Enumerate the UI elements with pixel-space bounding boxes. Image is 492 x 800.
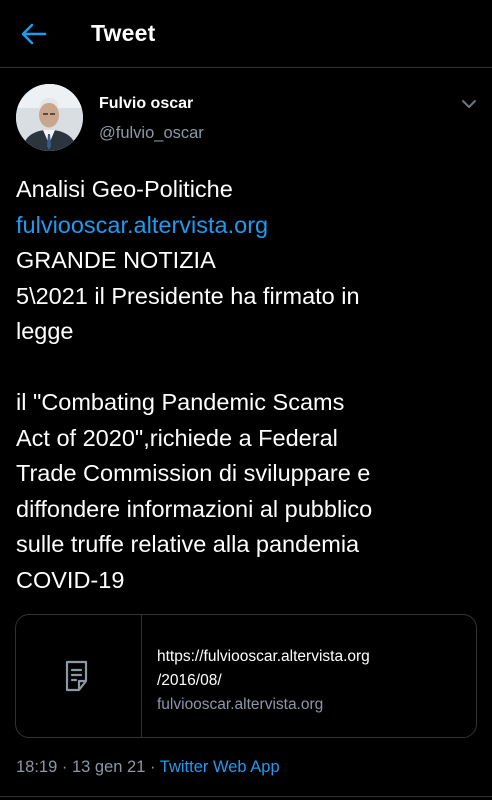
tweet-line: Act of 2020",richiede a Federal <box>16 424 338 451</box>
card-domain: fulviooscar.altervista.org <box>157 696 324 713</box>
tweet-meta: 18:19 · 13 gen 21 · Twitter Web App <box>16 758 280 777</box>
link-preview-card[interactable]: https://fulviooscar.altervista.org /2016… <box>15 614 477 738</box>
card-text: https://fulviooscar.altervista.org /2016… <box>157 645 467 717</box>
arrow-left-icon <box>21 23 47 45</box>
meta-separator: · <box>61 758 68 776</box>
page-title: Tweet <box>91 20 156 46</box>
tweet-line: diffondere informazioni al pubblico <box>16 495 373 522</box>
divider <box>0 796 492 797</box>
card-thumbnail <box>16 615 142 737</box>
avatar-image <box>16 84 83 151</box>
author-handle[interactable]: @fulvio_oscar <box>99 124 204 143</box>
avatar[interactable] <box>16 84 83 151</box>
tweet-text: Analisi Geo-Politiche fulviooscar.alterv… <box>16 172 478 598</box>
tweet-line: 5\2021 il Presidente ha firmato in <box>16 282 360 309</box>
chevron-down-icon <box>462 100 476 108</box>
tweet-line: Trade Commission di sviluppare e <box>16 460 371 486</box>
card-url-path: /2016/08/ <box>157 672 222 689</box>
author-display-name[interactable]: Fulvio oscar <box>99 95 193 113</box>
tweet-menu-button[interactable] <box>454 92 484 116</box>
tweet-time: 18:19 <box>16 758 58 776</box>
tweet-line: Analisi Geo-Politiche <box>16 176 233 202</box>
top-bar: Tweet <box>0 0 492 68</box>
tweet-link[interactable]: fulviooscar.altervista.org <box>16 208 478 244</box>
tweet-source-link[interactable]: Twitter Web App <box>160 758 280 776</box>
tweet-line: il "Combating Pandemic Scams <box>16 389 345 415</box>
tweet-line: GRANDE NOTIZIA <box>16 247 216 273</box>
back-button[interactable] <box>14 16 54 52</box>
document-icon <box>65 660 87 692</box>
card-url: https://fulviooscar.altervista.org <box>157 648 370 665</box>
meta-separator: · <box>149 758 156 776</box>
tweet-line: legge <box>16 318 74 344</box>
tweet-date: 13 gen 21 <box>71 758 146 776</box>
tweet-line: sulle truffe relative alla pandemia <box>16 531 360 557</box>
tweet-line: COVID-19 <box>16 566 125 593</box>
